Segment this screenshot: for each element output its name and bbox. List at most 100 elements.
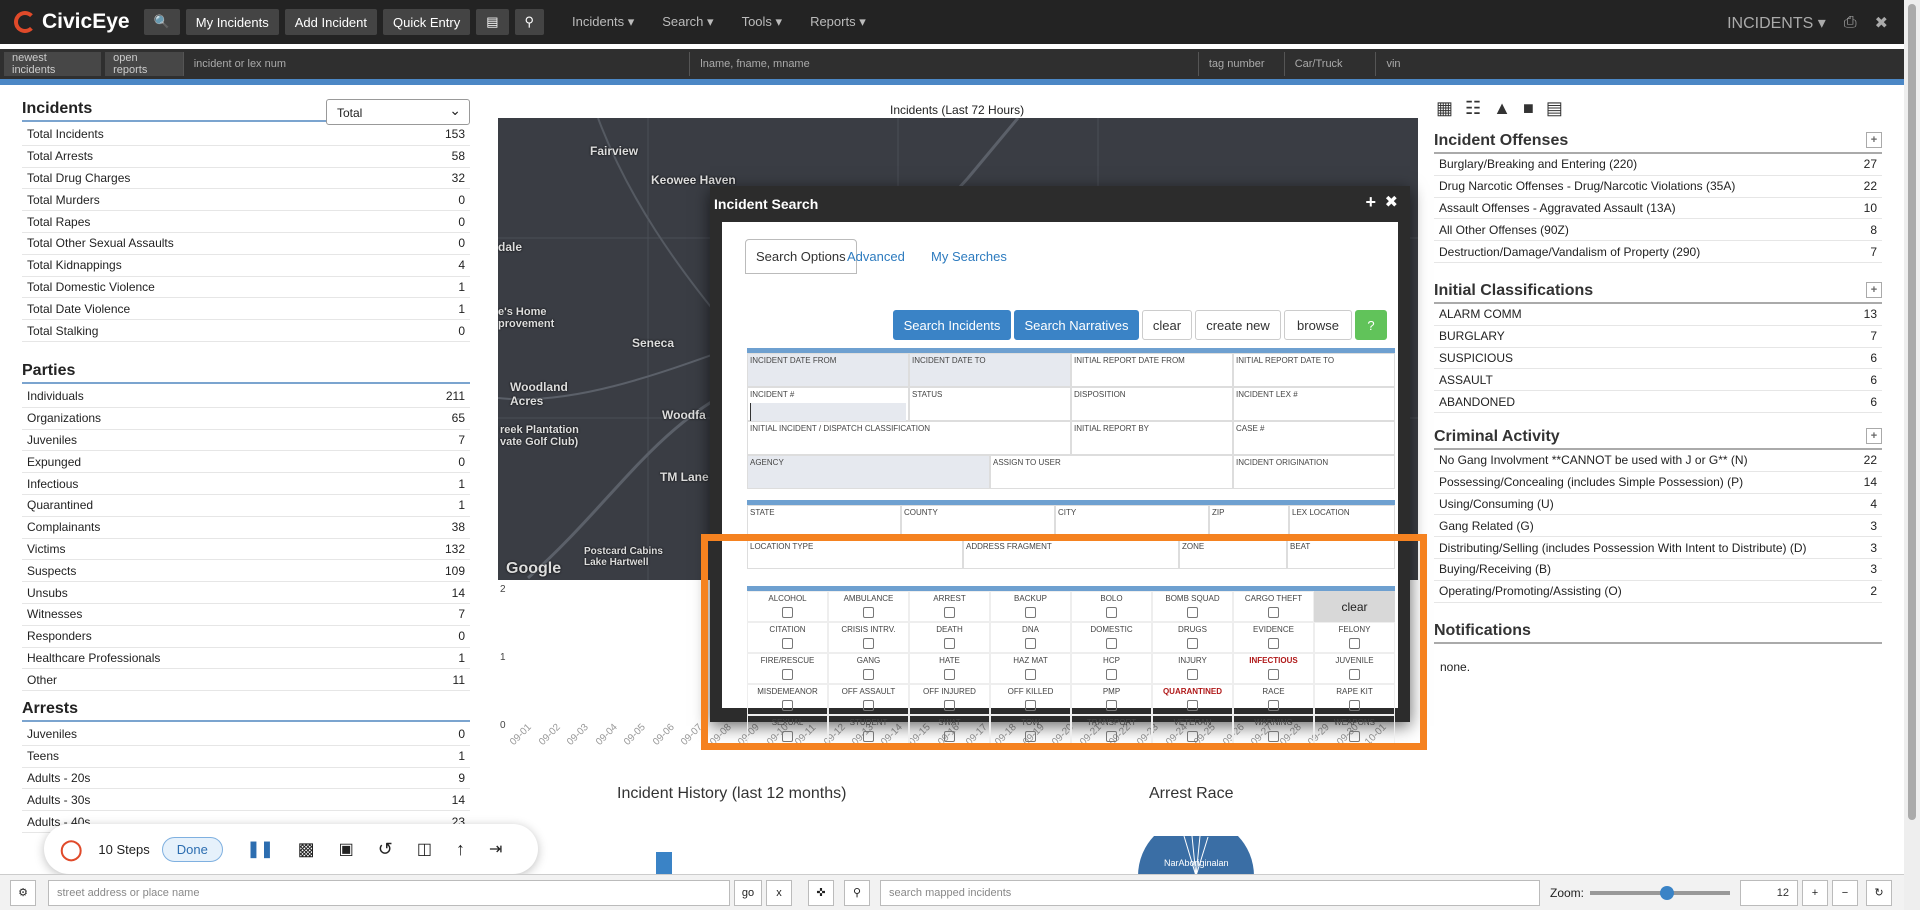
criminal-activity-row[interactable]: Buying/Receiving (B) 3 <box>1434 559 1882 581</box>
arrest-stat-row[interactable]: Teens 1 <box>22 746 470 768</box>
incident-stat-row[interactable]: Total Other Sexual Assaults 0 <box>22 233 470 255</box>
pin-icon[interactable]: ⚲ <box>844 879 870 906</box>
incident-num-input[interactable]: incident or lex num <box>182 52 690 76</box>
incident-number-field[interactable]: INCIDENT # <box>747 387 909 421</box>
party-stat-row[interactable]: Complainants 38 <box>22 517 470 539</box>
clear-x-button[interactable]: x <box>766 879 792 906</box>
classification-row[interactable]: ALARM COMM 13 <box>1434 304 1882 326</box>
pause-icon[interactable]: ❚❚ <box>247 839 274 859</box>
blur-icon[interactable]: ▩ <box>298 839 315 860</box>
criminal-activity-row[interactable]: Operating/Promoting/Assisting (O) 2 <box>1434 581 1882 603</box>
incident-stat-row[interactable]: Total Rapes 0 <box>22 211 470 233</box>
refresh-icon[interactable]: ↻ <box>1866 879 1893 906</box>
classification-row[interactable]: BURGLARY 7 <box>1434 326 1882 348</box>
mapped-incidents-input[interactable]: search mapped incidents <box>880 879 1540 906</box>
newest-incidents-button[interactable]: newest incidents <box>4 52 102 76</box>
incident-stat-row[interactable]: Total Murders 0 <box>22 189 470 212</box>
case-number-field[interactable]: CASE # <box>1233 421 1395 455</box>
party-stat-row[interactable]: Responders 0 <box>22 626 470 648</box>
trash-icon[interactable]: ◫ <box>417 839 432 859</box>
zoom-slider[interactable] <box>1590 885 1731 900</box>
offense-row[interactable]: All Other Offenses (90Z) 8 <box>1434 219 1882 242</box>
incident-stat-row[interactable]: Total Kidnappings 4 <box>22 255 470 277</box>
incident-stat-row[interactable]: Total Stalking 0 <box>22 320 470 342</box>
go-button[interactable]: go <box>734 879 762 906</box>
menu-tools[interactable]: Tools ▾ <box>742 14 783 30</box>
quick-entry-button[interactable]: Quick Entry <box>383 9 471 35</box>
report-date-to-field[interactable]: INITIAL REPORT DATE TO <box>1233 353 1395 387</box>
party-stat-row[interactable]: Other 11 <box>22 669 470 692</box>
party-stat-row[interactable]: Suspects 109 <box>22 560 470 583</box>
settings-gear-icon[interactable]: ⚙ <box>10 879 36 906</box>
party-stat-row[interactable]: Victims 132 <box>22 539 470 561</box>
incident-stat-row[interactable]: Total Incidents 153 <box>22 124 470 146</box>
classification-field[interactable]: INITIAL INCIDENT / DISPATCH CLASSIFICATI… <box>747 421 1071 455</box>
classification-row[interactable]: SUSPICIOUS 6 <box>1434 348 1882 370</box>
criminal-activity-row[interactable]: Gang Related (G) 3 <box>1434 515 1882 538</box>
party-stat-row[interactable]: Organizations 65 <box>22 408 470 430</box>
incident-stat-row[interactable]: Total Domestic Violence 1 <box>22 277 470 299</box>
zoom-slider-handle[interactable] <box>1660 885 1675 900</box>
calculator-icon[interactable]: ▦ <box>1436 98 1453 119</box>
close-icon[interactable]: ✖ <box>1875 13 1888 33</box>
party-stat-row[interactable]: Juveniles 7 <box>22 430 470 452</box>
menu-search[interactable]: Search ▾ <box>662 14 713 30</box>
incident-date-to-field[interactable]: INCIDENT DATE TO <box>909 353 1071 387</box>
expand-classifications-icon[interactable]: + <box>1866 282 1882 298</box>
list-icon-button[interactable]: ▤ <box>476 9 509 35</box>
arrest-stat-row[interactable]: Adults - 20s 9 <box>22 768 470 790</box>
party-stat-row[interactable]: Witnesses 7 <box>22 604 470 626</box>
tab-advanced[interactable]: Advanced <box>847 249 905 264</box>
criminal-activity-row[interactable]: Possessing/Concealing (includes Simple P… <box>1434 472 1882 494</box>
zoom-out-button[interactable]: − <box>1832 879 1859 906</box>
menu-incidents[interactable]: Incidents ▾ <box>572 14 634 30</box>
create-new-button[interactable]: create new <box>1195 310 1281 340</box>
open-reports-button[interactable]: open reports <box>105 52 183 76</box>
help-button[interactable]: ? <box>1355 310 1387 340</box>
image-icon[interactable]: ▣ <box>339 839 354 859</box>
report-by-field[interactable]: INITIAL REPORT BY <box>1071 421 1233 455</box>
party-stat-row[interactable]: Individuals 211 <box>22 386 470 408</box>
arrest-stat-row[interactable]: Adults - 30s 14 <box>22 789 470 812</box>
search-incidents-button[interactable]: Search Incidents <box>893 310 1011 340</box>
clear-button[interactable]: clear <box>1142 310 1192 340</box>
modal-close-icon[interactable]: ✖ <box>1385 192 1398 212</box>
scrollbar-thumb[interactable] <box>1908 4 1916 820</box>
expand-offenses-icon[interactable]: + <box>1866 132 1882 148</box>
offense-row[interactable]: Destruction/Damage/Vandalism of Property… <box>1434 241 1882 263</box>
document-icon[interactable]: ■ <box>1523 98 1534 119</box>
vehicle-type-input[interactable]: Car/Truck <box>1283 52 1376 76</box>
page-title[interactable]: INCIDENTS ▾ <box>1727 13 1826 33</box>
party-stat-row[interactable]: Infectious 1 <box>22 473 470 495</box>
party-stat-row[interactable]: Unsubs 14 <box>22 582 470 604</box>
offense-row[interactable]: Burglary/Breaking and Entering (220) 27 <box>1434 154 1882 176</box>
expand-icon[interactable]: + <box>1365 192 1376 213</box>
classification-row[interactable]: ABANDONED 6 <box>1434 391 1882 413</box>
total-select[interactable]: Total <box>326 99 470 125</box>
origination-field[interactable]: INCIDENT ORIGINATION <box>1233 455 1395 489</box>
zoom-in-button[interactable]: + <box>1802 879 1829 906</box>
address-input[interactable]: street address or place name <box>48 879 730 906</box>
tag-number-input[interactable]: tag number <box>1197 52 1284 76</box>
party-stat-row[interactable]: Expunged 0 <box>22 451 470 474</box>
vin-input[interactable]: vin <box>1375 52 1904 76</box>
map-icon[interactable]: ▲ <box>1493 98 1511 119</box>
incident-stat-row[interactable]: Total Date Violence 1 <box>22 298 470 321</box>
status-field[interactable]: STATUS <box>909 387 1071 421</box>
agency-field[interactable]: AGENCY <box>747 455 990 489</box>
name-input[interactable]: lname, fname, mname <box>689 52 1198 76</box>
incident-stat-row[interactable]: Total Drug Charges 32 <box>22 168 470 190</box>
disposition-field[interactable]: DISPOSITION <box>1071 387 1233 421</box>
expand-criminal-icon[interactable]: + <box>1866 428 1882 444</box>
criminal-activity-row[interactable]: No Gang Involvment **CANNOT be used with… <box>1434 450 1882 472</box>
classification-row[interactable]: ASSAULT 6 <box>1434 369 1882 392</box>
tab-my-searches[interactable]: My Searches <box>931 249 1007 264</box>
arrest-stat-row[interactable]: Juveniles 0 <box>22 724 470 746</box>
browse-button[interactable]: browse <box>1284 310 1352 340</box>
incident-lex-field[interactable]: INCIDENT LEX # <box>1233 387 1395 421</box>
upload-icon[interactable]: ↑ <box>456 839 465 860</box>
report-date-from-field[interactable]: INITIAL REPORT DATE FROM <box>1071 353 1233 387</box>
page-scrollbar[interactable] <box>1904 0 1920 910</box>
criminal-activity-row[interactable]: Using/Consuming (U) 4 <box>1434 494 1882 516</box>
incident-date-from-field[interactable]: INCIDENT DATE FROM <box>747 353 909 387</box>
